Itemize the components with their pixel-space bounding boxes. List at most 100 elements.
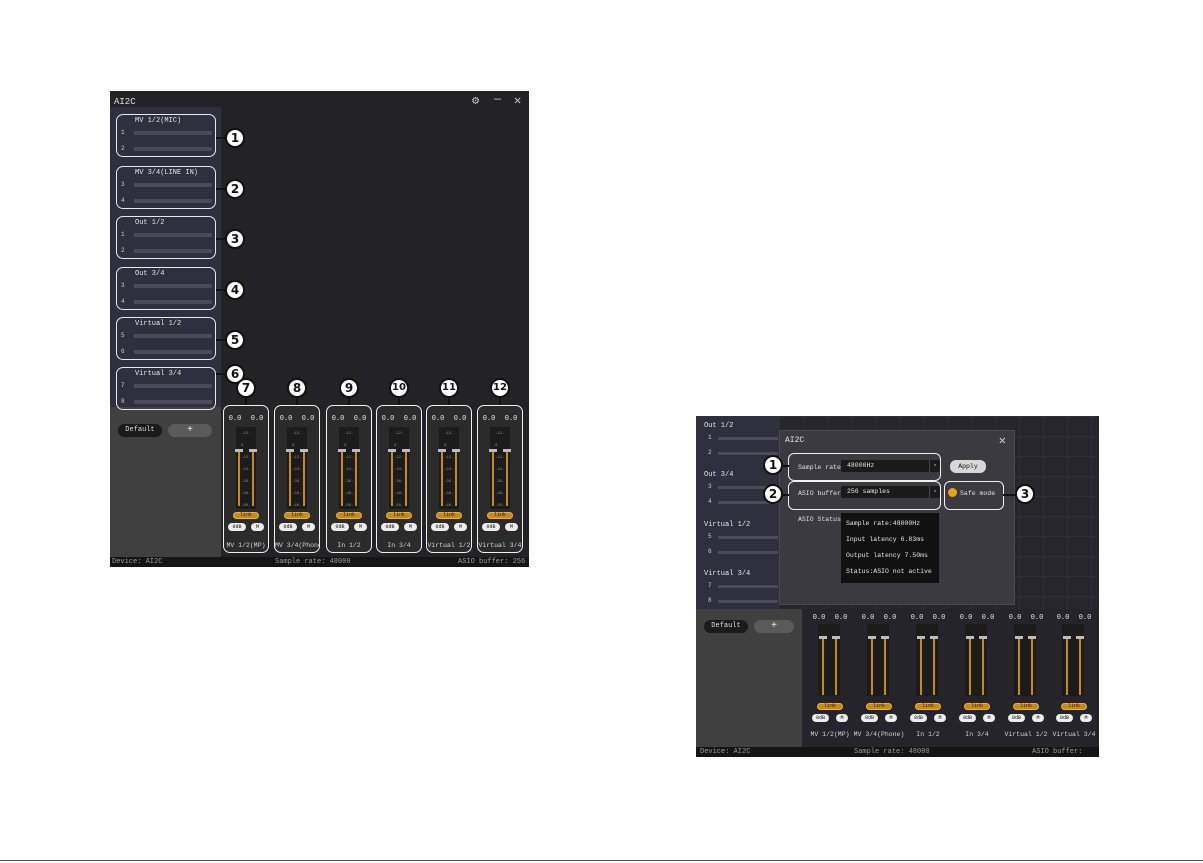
level-right-value: 0.0 <box>250 415 264 423</box>
mute-button[interactable]: M <box>354 523 367 531</box>
channel-number: 1 <box>121 231 125 238</box>
scale-tick: -12- <box>495 432 505 436</box>
zero-db-button[interactable]: 0dB <box>228 523 246 531</box>
link-button[interactable]: link <box>233 512 259 519</box>
fader-handle[interactable] <box>917 636 925 639</box>
fader-handle[interactable] <box>300 449 308 452</box>
mute-button[interactable]: M <box>404 523 417 531</box>
gear-icon[interactable]: ⚙ <box>472 94 479 108</box>
level-meter-left <box>341 451 343 506</box>
fader-handle[interactable] <box>1015 636 1023 639</box>
highlight-sample-rate <box>788 453 941 481</box>
mute-button[interactable]: M <box>983 714 995 722</box>
fader-handle[interactable] <box>503 449 511 452</box>
zero-db-button[interactable]: 0dB <box>1008 714 1025 722</box>
preset-default-button[interactable]: Default <box>118 424 162 437</box>
fader-handle[interactable] <box>286 449 294 452</box>
mute-button[interactable]: M <box>885 714 897 722</box>
fader-handle[interactable] <box>402 449 410 452</box>
scale-tick: -36- <box>292 480 302 484</box>
mute-button[interactable]: M <box>934 714 946 722</box>
mute-button[interactable]: M <box>1032 714 1044 722</box>
link-button[interactable]: link <box>436 512 462 519</box>
strip-name: In 1/2 <box>916 731 940 738</box>
zero-db-button[interactable]: 0dB <box>1056 714 1073 722</box>
mute-button[interactable]: M <box>505 523 518 531</box>
channel-group[interactable]: Virtual 1/2 5 6 <box>696 519 779 559</box>
close-icon[interactable]: ✕ <box>514 94 521 108</box>
callout-marker: 10 <box>389 378 409 398</box>
level-right-value: 0.0 <box>504 415 518 423</box>
fader-handle[interactable] <box>1028 636 1036 639</box>
channel-group[interactable]: Out 3/4 3 4 <box>116 267 216 310</box>
link-button[interactable]: link <box>284 512 310 519</box>
scale-tick: -48- <box>292 492 302 496</box>
fader-handle[interactable] <box>832 636 840 639</box>
link-button[interactable]: link <box>964 703 990 710</box>
mute-button[interactable]: M <box>836 714 848 722</box>
channel-group[interactable]: MV 3/4(LINE IN) 3 4 <box>116 166 216 209</box>
fader-handle[interactable] <box>235 449 243 452</box>
channel-group[interactable]: Out 1/2 1 2 <box>696 420 779 460</box>
zero-db-button[interactable]: 0dB <box>279 523 297 531</box>
channel-group-name: Virtual 3/4 <box>704 570 751 578</box>
fader-handle[interactable] <box>352 449 360 452</box>
link-button[interactable]: link <box>386 512 412 519</box>
fader-handle[interactable] <box>868 636 876 639</box>
zero-db-button[interactable]: 0dB <box>381 523 399 531</box>
fader-handle[interactable] <box>338 449 346 452</box>
level-right-value: 0.0 <box>1030 614 1044 622</box>
fader-handle[interactable] <box>966 636 974 639</box>
channel-number: 6 <box>121 348 125 355</box>
channel-group[interactable]: Virtual 3/4 7 8 <box>696 568 779 608</box>
link-button[interactable]: link <box>336 512 362 519</box>
zero-db-button[interactable]: 0dB <box>910 714 927 722</box>
highlight-asio-buffer <box>788 481 941 510</box>
minimize-icon[interactable]: — <box>494 92 501 106</box>
level-readout: 0.0 0.0 <box>327 415 371 423</box>
apply-button[interactable]: Apply <box>950 460 986 473</box>
link-button[interactable]: link <box>1061 703 1087 710</box>
mute-button[interactable]: M <box>1080 714 1092 722</box>
preset-default-button[interactable]: Default <box>704 620 748 633</box>
link-button[interactable]: link <box>487 512 513 519</box>
channel-group[interactable]: MV 1/2(MIC) 1 2 <box>116 114 216 157</box>
callout-marker: 5 <box>225 330 245 350</box>
fader-handle[interactable] <box>930 636 938 639</box>
link-button[interactable]: link <box>915 703 941 710</box>
channel-group[interactable]: Virtual 1/2 5 6 <box>116 317 216 360</box>
level-meter-right <box>982 636 984 695</box>
channel-group[interactable]: Virtual 3/4 7 8 <box>116 367 216 410</box>
zero-db-button[interactable]: 0dB <box>812 714 829 722</box>
close-icon[interactable]: ✕ <box>999 433 1006 448</box>
fader-handle[interactable] <box>489 449 497 452</box>
status-sample-rate: Sample rate: 48000 <box>854 748 930 756</box>
zero-db-button[interactable]: 0dB <box>482 523 500 531</box>
fader-handle[interactable] <box>1076 636 1084 639</box>
mute-button[interactable]: M <box>454 523 467 531</box>
level-right-value: 0.0 <box>1078 614 1092 622</box>
link-button[interactable]: link <box>817 703 843 710</box>
fader-handle[interactable] <box>452 449 460 452</box>
fader-handle[interactable] <box>438 449 446 452</box>
fader-handle[interactable] <box>1063 636 1071 639</box>
zero-db-button[interactable]: 0dB <box>959 714 976 722</box>
mute-button[interactable]: M <box>302 523 315 531</box>
link-button[interactable]: link <box>1013 703 1039 710</box>
zero-db-button[interactable]: 0dB <box>331 523 349 531</box>
zero-db-button[interactable]: 0dB <box>431 523 449 531</box>
link-button[interactable]: link <box>866 703 892 710</box>
preset-add-button[interactable]: + <box>754 620 794 633</box>
fader-handle[interactable] <box>388 449 396 452</box>
preset-add-button[interactable]: + <box>168 424 212 437</box>
window-title: AI2C <box>114 97 136 107</box>
fader-handle[interactable] <box>881 636 889 639</box>
zero-db-button[interactable]: 0dB <box>861 714 878 722</box>
fader-handle[interactable] <box>819 636 827 639</box>
fader-handle[interactable] <box>249 449 257 452</box>
callout-marker: 11 <box>439 378 459 398</box>
mute-button[interactable]: M <box>251 523 264 531</box>
channel-group[interactable]: Out 1/2 1 2 <box>116 216 216 259</box>
channel-level-meter <box>134 284 212 288</box>
fader-handle[interactable] <box>979 636 987 639</box>
